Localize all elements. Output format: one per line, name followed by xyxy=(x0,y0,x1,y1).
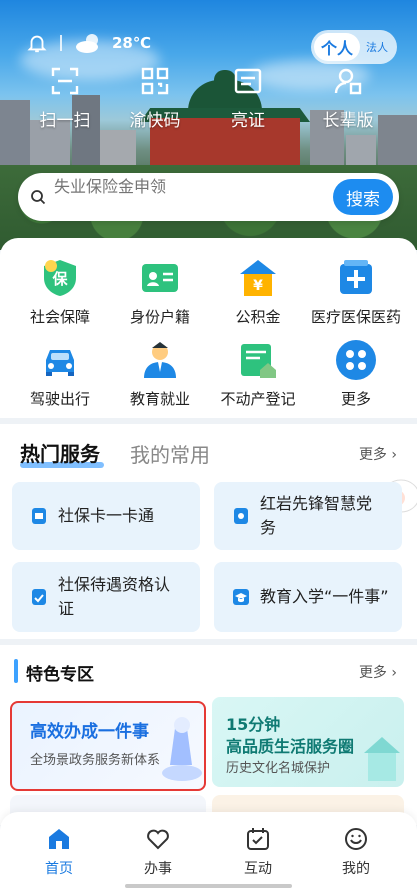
id-card-icon xyxy=(234,68,262,94)
tab-favorites[interactable]: 我的常用 xyxy=(130,439,210,468)
cloudy-weather-icon xyxy=(76,34,98,53)
hot-service-item[interactable]: 教育入学“一件事” xyxy=(214,562,402,632)
featured-section: 特色专区 更多 › 高效办成一件事 全场景政务服务新体系 15分钟 高品质生活服… xyxy=(0,645,417,825)
service-housing-fund[interactable]: ¥ 公积金 xyxy=(206,256,310,327)
hot-service-label: 红岩先锋智慧党务 xyxy=(260,494,373,537)
search-bar[interactable]: 搜索 xyxy=(18,173,399,221)
nav-home[interactable]: 首页 xyxy=(19,826,99,878)
quick-qr-code-label: 渝快码 xyxy=(129,111,181,131)
svg-text:¥: ¥ xyxy=(253,278,263,294)
service-label: 医疗医保医药 xyxy=(310,308,401,326)
pen-illustration-icon xyxy=(162,717,202,781)
hot-service-item[interactable]: 社保待遇资格认证 xyxy=(12,562,200,632)
quick-qr-code[interactable]: 渝快码 xyxy=(128,66,182,131)
banner-title: 高品质生活服务圈 xyxy=(226,737,355,756)
elder-mode-icon xyxy=(334,68,362,95)
status-row: 28℃ xyxy=(26,32,151,54)
home-icon xyxy=(49,829,69,849)
card-icon xyxy=(32,508,46,524)
bell-icon[interactable] xyxy=(26,32,48,54)
service-label: 教育就业 xyxy=(129,390,190,408)
service-medical[interactable]: 医疗医保医药 xyxy=(304,256,408,327)
more-label: 更多 xyxy=(358,447,387,463)
qr-code-icon xyxy=(141,67,169,95)
home-indicator[interactable] xyxy=(125,884,292,888)
nav-label: 首页 xyxy=(45,861,73,877)
service-label: 身份户籍 xyxy=(129,308,190,326)
hot-service-label: 教育入学“一件事” xyxy=(260,587,389,606)
hot-services-section: 热门服务 我的常用 更多 › 社保卡一卡通 红岩先锋智慧党务 社保待遇资格认证 … xyxy=(0,424,417,639)
hot-service-label: 社保待遇资格认证 xyxy=(58,575,171,618)
chevron-right-icon: › xyxy=(386,447,397,463)
quick-show-id-label: 亮证 xyxy=(231,111,265,131)
chevron-right-icon: › xyxy=(386,665,397,681)
quick-elder-mode[interactable]: 长辈版 xyxy=(318,66,378,131)
service-label: 公积金 xyxy=(235,308,281,326)
service-education[interactable]: 教育就业 xyxy=(108,338,212,409)
service-social-security[interactable]: 保 社会保障 xyxy=(8,256,112,327)
hot-service-item[interactable]: 社保卡一卡通 xyxy=(12,482,200,550)
id-card-icon xyxy=(142,264,178,292)
calendar-check-icon xyxy=(247,828,269,850)
hot-service-label: 社保卡一卡通 xyxy=(58,506,155,525)
nav-mine[interactable]: 我的 xyxy=(316,826,396,878)
party-badge-icon xyxy=(234,508,248,524)
nav-label: 互动 xyxy=(244,861,272,877)
graduation-cap-icon xyxy=(233,589,249,605)
property-icon xyxy=(241,344,276,378)
service-more[interactable]: 更多 xyxy=(304,338,408,409)
certificate-icon xyxy=(32,589,46,605)
tab-hot-services[interactable]: 热门服务 xyxy=(20,438,100,467)
service-label: 社会保障 xyxy=(29,308,90,326)
house-fund-icon: ¥ xyxy=(240,260,276,296)
search-button[interactable]: 搜索 xyxy=(333,179,393,215)
service-label: 更多 xyxy=(340,390,371,408)
role-corporate-tab[interactable]: 法人 xyxy=(360,39,394,55)
section-accent-bar xyxy=(14,659,18,683)
hot-service-item[interactable]: 红岩先锋智慧党务 xyxy=(214,482,402,550)
search-input[interactable] xyxy=(54,176,333,196)
smile-icon xyxy=(345,828,367,850)
service-grid: 保 社会保障 身份户籍 ¥ 公积金 医疗医保医药 驾驶出行 教育就业 不动产登记… xyxy=(0,238,417,418)
nav-services[interactable]: 办事 xyxy=(118,826,198,878)
role-toggle[interactable]: 个人 法人 xyxy=(311,30,397,64)
shield-icon: 保 xyxy=(44,260,76,296)
service-driving[interactable]: 驾驶出行 xyxy=(8,338,112,409)
quick-elder-mode-label: 长辈版 xyxy=(322,111,374,131)
featured-title: 特色专区 xyxy=(26,665,94,685)
more-label: 更多 xyxy=(358,665,387,681)
service-label: 不动产登记 xyxy=(220,390,296,408)
service-property[interactable]: 不动产登记 xyxy=(206,338,310,409)
nav-label: 我的 xyxy=(342,861,370,877)
banner-subtitle: 历史文化名城保护 xyxy=(226,761,331,776)
banner-title: 15分钟 xyxy=(226,715,281,734)
banner-one-thing[interactable]: 高效办成一件事 全场景政务服务新体系 xyxy=(10,701,206,791)
service-identity[interactable]: 身份户籍 xyxy=(108,256,212,327)
quick-scan[interactable]: 扫一扫 xyxy=(38,66,92,131)
hot-more-link[interactable]: 更多 › xyxy=(359,444,397,464)
bottom-nav: 首页 办事 互动 我的 xyxy=(0,812,417,893)
scan-icon xyxy=(51,67,79,95)
graduate-icon xyxy=(144,342,176,378)
featured-more-link[interactable]: 更多 › xyxy=(359,662,397,682)
nav-label: 办事 xyxy=(144,861,172,877)
more-icon xyxy=(336,340,376,380)
house-illustration-icon xyxy=(364,737,400,781)
heart-icon xyxy=(147,829,169,850)
medical-icon xyxy=(340,260,372,294)
service-label: 驾驶出行 xyxy=(29,390,90,408)
quick-show-id[interactable]: 亮证 xyxy=(221,66,275,131)
weather-temperature: 28℃ xyxy=(112,34,152,52)
role-personal-tab[interactable]: 个人 xyxy=(314,33,360,61)
nav-interact[interactable]: 互动 xyxy=(218,826,298,878)
search-icon xyxy=(31,190,46,205)
banner-15-minute-circle[interactable]: 15分钟 高品质生活服务圈 历史文化名城保护 xyxy=(212,697,404,787)
banner-title: 高效办成一件事 xyxy=(30,722,149,742)
svg-text:保: 保 xyxy=(51,270,68,288)
car-icon xyxy=(46,350,74,376)
banner-subtitle: 全场景政务服务新体系 xyxy=(30,753,161,768)
quick-scan-label: 扫一扫 xyxy=(39,111,91,131)
divider xyxy=(60,35,62,51)
